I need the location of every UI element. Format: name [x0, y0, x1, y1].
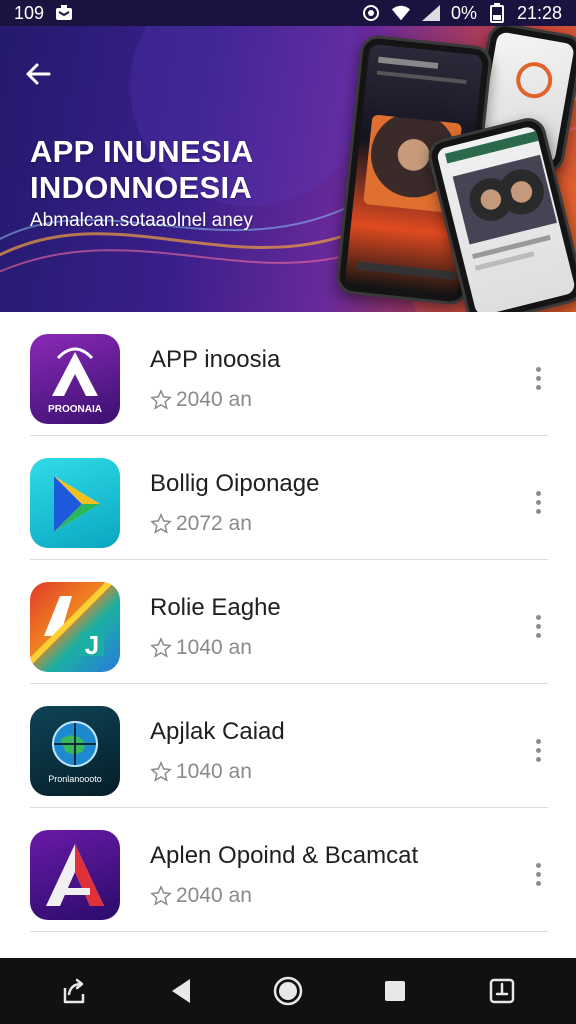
recents-nav-button[interactable]: [375, 971, 415, 1011]
app-icon-red-a: [30, 830, 120, 920]
rating-text: 1040 an: [176, 760, 252, 783]
app-name: Bollig Oiponage: [150, 470, 320, 497]
app-icon-text: PROONAIA: [48, 404, 102, 415]
app-rating: 2040 an: [150, 884, 252, 908]
rating-text: 2040 an: [176, 884, 252, 907]
battery-icon: [487, 3, 507, 23]
list-item[interactable]: J Rolie Eaghe 1040 an: [0, 560, 576, 684]
eye-icon: [361, 4, 381, 22]
star-icon: [150, 389, 172, 410]
list-item[interactable]: Pronlanoooto Apjlak Caiad 1040 an: [0, 684, 576, 808]
more-options-button[interactable]: [526, 856, 550, 892]
more-options-button[interactable]: [526, 484, 550, 520]
more-options-button[interactable]: [526, 732, 550, 768]
svg-text:J: J: [85, 630, 99, 660]
share-icon: [63, 978, 84, 1004]
star-icon: [150, 513, 172, 534]
recents-square-icon: [385, 981, 406, 1001]
banner-title-line2: INDONNOESIA: [30, 170, 253, 205]
rating-text: 2072 an: [176, 512, 252, 535]
app-icon-purple-a: PROONAIA: [30, 334, 120, 424]
download-icon: [490, 978, 515, 1004]
back-arrow-icon: [26, 63, 51, 85]
notification-icon: [54, 4, 74, 22]
wifi-icon: [391, 4, 411, 22]
app-name: Rolie Eaghe: [150, 594, 281, 621]
system-nav-bar: [0, 958, 576, 1024]
app-icon-text: Pronlanoooto: [48, 774, 102, 784]
banner-subtitle: Abmalcan.sotaaolnel aney: [30, 210, 253, 231]
list-item[interactable]: PROONAIA APP inoosia 2040 an: [0, 312, 576, 436]
divider: [30, 931, 548, 932]
app-name: Aplen Opoind & Bcamcat: [150, 842, 419, 869]
app-icon-colorful-a: J: [30, 582, 120, 672]
app-list: PROONAIA APP inoosia 2040 an Bollig Oipo…: [0, 312, 576, 932]
star-icon: [150, 761, 172, 782]
app-rating: 1040 an: [150, 636, 252, 660]
home-nav-button[interactable]: [268, 971, 308, 1011]
download-button[interactable]: [482, 971, 522, 1011]
rating-text: 1040 an: [176, 636, 252, 659]
back-triangle-icon: [171, 979, 190, 1003]
list-item[interactable]: Bollig Oiponage 2072 an: [0, 436, 576, 560]
status-bar: 109 0% 21:28: [0, 0, 576, 26]
star-icon: [150, 637, 172, 658]
back-nav-button[interactable]: [161, 971, 201, 1011]
more-options-button[interactable]: [526, 608, 550, 644]
app-icon-globe: Pronlanoooto: [30, 706, 120, 796]
banner-title-line1: APP INUNESIA: [30, 134, 254, 169]
banner-title: APP INUNESIA INDONNOESIA: [30, 134, 254, 206]
header-banner: APP INUNESIA INDONNOESIA Abmalcan.sotaao…: [0, 26, 576, 312]
app-rating: 2072 an: [150, 512, 252, 536]
app-name: APP inoosia: [150, 346, 281, 373]
battery-percent: 0%: [450, 2, 477, 23]
app-rating: 2040 an: [150, 388, 252, 412]
star-icon: [150, 885, 172, 906]
back-button[interactable]: [22, 58, 54, 90]
rating-text: 2040 an: [176, 388, 252, 411]
app-name: Apjlak Caiad: [150, 718, 285, 745]
status-left-text: 109: [14, 2, 45, 23]
signal-icon: [421, 4, 441, 22]
app-rating: 1040 an: [150, 760, 252, 784]
share-button[interactable]: [54, 971, 94, 1011]
list-item[interactable]: Aplen Opoind & Bcamcat 2040 an: [0, 808, 576, 932]
status-time: 21:28: [516, 2, 562, 23]
home-circle-icon: [273, 976, 303, 1006]
app-icon-play-triangle: [30, 458, 120, 548]
more-options-button[interactable]: [526, 360, 550, 396]
